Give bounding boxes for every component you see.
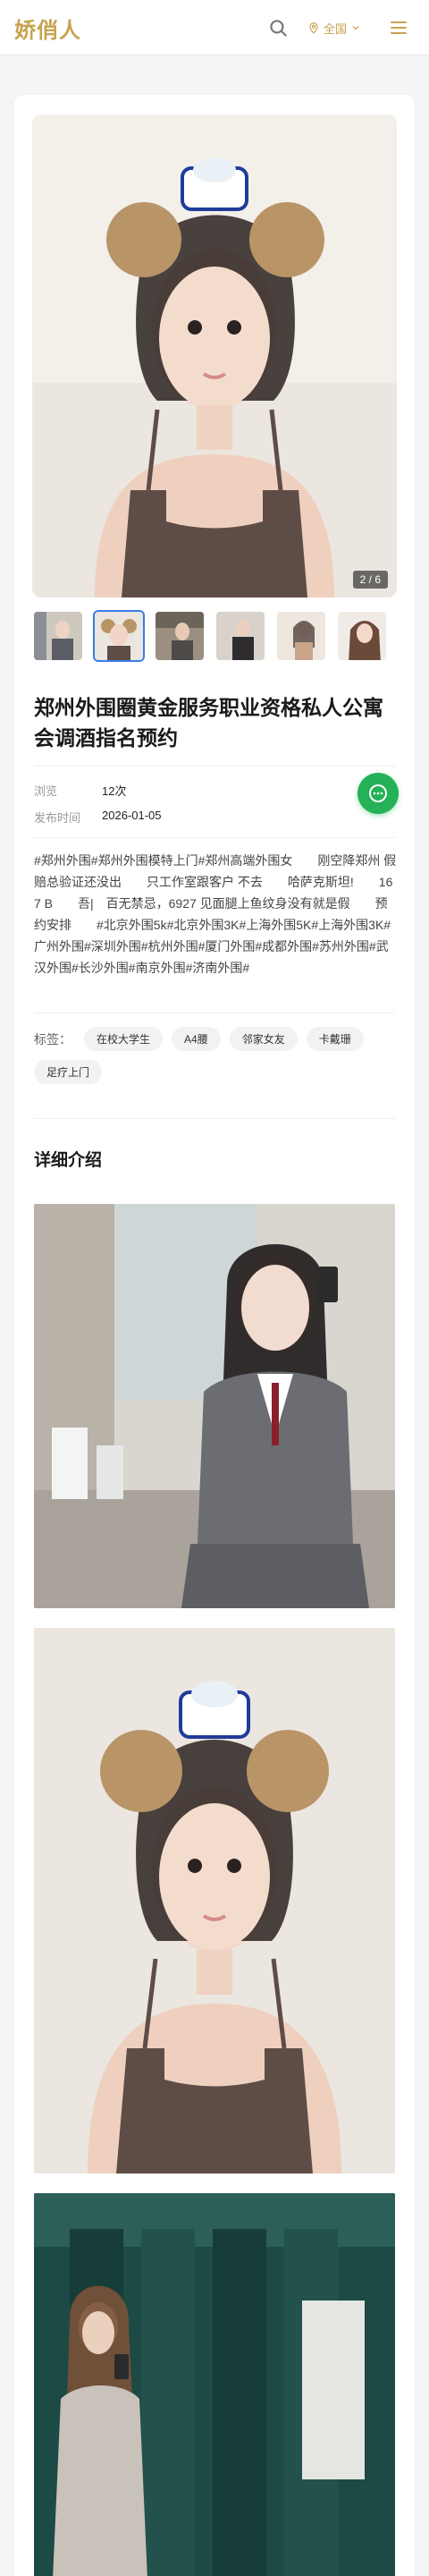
- thumbnail[interactable]: [154, 610, 206, 662]
- views-label: 浏览: [34, 784, 58, 798]
- divider: [34, 766, 395, 767]
- details-section-title: 详细介绍: [34, 1151, 103, 1170]
- region-selector[interactable]: 全国: [307, 18, 361, 38]
- views-value: 12次: [102, 784, 127, 798]
- thumbnail-strip: [32, 610, 408, 665]
- tag-chip[interactable]: 卡戴珊: [306, 1027, 364, 1051]
- tag-list: 标签： 在校大学生 A4腰 邻家女友 卡戴珊 足疗上门: [34, 1027, 399, 1084]
- divider: [34, 1118, 395, 1119]
- chat-button[interactable]: [358, 773, 399, 814]
- date-row: 发布时间 2026-01-05: [34, 809, 162, 826]
- site-logo[interactable]: 娇俏人: [14, 13, 81, 44]
- date-value: 2026-01-05: [102, 809, 162, 822]
- views-row: 浏览 12次: [34, 782, 126, 799]
- chevron-down-icon: [352, 26, 359, 30]
- region-label: 全国: [324, 21, 348, 36]
- tag-chip[interactable]: 邻家女友: [229, 1027, 298, 1051]
- main-photo[interactable]: 2 / 6: [32, 114, 397, 597]
- detail-photo[interactable]: [34, 1204, 395, 1608]
- detail-photo[interactable]: [34, 1628, 395, 2174]
- thumbnail[interactable]: [32, 610, 84, 662]
- post-description: #郑州外围#郑州外围模特上门#郑州高端外围女 刚空降郑州 假赔总验证还没出 只工…: [34, 853, 397, 975]
- detail-photo-image: [34, 1204, 395, 1608]
- detail-photo[interactable]: [34, 2193, 395, 2576]
- tag-chip[interactable]: 在校大学生: [84, 1027, 164, 1051]
- detail-photo-image: [34, 1628, 395, 2174]
- thumbnail[interactable]: [214, 610, 266, 662]
- date-label: 发布时间: [34, 811, 81, 825]
- detail-photo-image: [34, 2193, 395, 2576]
- main-photo-image: [32, 114, 397, 597]
- menu-icon[interactable]: [388, 17, 409, 38]
- chat-icon: [369, 784, 387, 802]
- thumbnail-active[interactable]: [93, 610, 145, 662]
- tag-chip[interactable]: A4腰: [172, 1027, 221, 1051]
- post-title: 郑州外围圈黄金服务职业资格私人公寓会调酒指名预约: [34, 696, 383, 750]
- thumbnail[interactable]: [275, 610, 327, 662]
- post-card: 2 / 6 郑州外围圈黄金服务职业资格私人公寓会调酒指名预约 浏览 12次 发布…: [14, 95, 415, 2576]
- top-header: 娇俏人 全国: [0, 0, 429, 55]
- thumbnail[interactable]: [336, 610, 388, 662]
- tags-label: 标签：: [34, 1031, 72, 1046]
- location-pin-icon: [309, 22, 318, 34]
- divider: [34, 837, 395, 838]
- search-icon[interactable]: [266, 16, 290, 39]
- tag-chip[interactable]: 足疗上门: [34, 1060, 103, 1084]
- photo-counter: 2 / 6: [352, 571, 388, 589]
